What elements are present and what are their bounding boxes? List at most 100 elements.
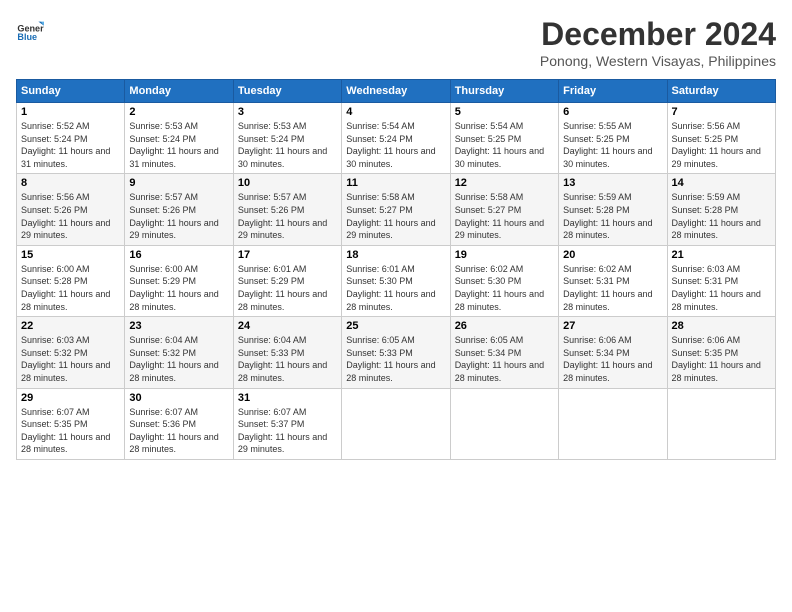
calendar-day: 1 Sunrise: 5:52 AM Sunset: 5:24 PM Dayli…: [17, 103, 125, 174]
calendar-day: 16 Sunrise: 6:00 AM Sunset: 5:29 PM Dayl…: [125, 245, 233, 316]
calendar-day: 31 Sunrise: 6:07 AM Sunset: 5:37 PM Dayl…: [233, 388, 341, 459]
header-thursday: Thursday: [450, 80, 558, 103]
calendar-day: 23 Sunrise: 6:04 AM Sunset: 5:32 PM Dayl…: [125, 317, 233, 388]
day-number: 11: [346, 177, 445, 189]
day-number: 24: [238, 320, 337, 332]
day-info: Sunrise: 6:00 AM Sunset: 5:28 PM Dayligh…: [21, 263, 120, 313]
day-number: 27: [563, 320, 662, 332]
weekday-header-row: Sunday Monday Tuesday Wednesday Thursday…: [17, 80, 776, 103]
day-number: 28: [672, 320, 771, 332]
day-number: 9: [129, 177, 228, 189]
day-info: Sunrise: 6:03 AM Sunset: 5:31 PM Dayligh…: [672, 263, 771, 313]
calendar-day: 19 Sunrise: 6:02 AM Sunset: 5:30 PM Dayl…: [450, 245, 558, 316]
calendar-day: 2 Sunrise: 5:53 AM Sunset: 5:24 PM Dayli…: [125, 103, 233, 174]
day-info: Sunrise: 5:52 AM Sunset: 5:24 PM Dayligh…: [21, 120, 120, 170]
day-info: Sunrise: 6:05 AM Sunset: 5:34 PM Dayligh…: [455, 334, 554, 384]
day-info: Sunrise: 6:06 AM Sunset: 5:35 PM Dayligh…: [672, 334, 771, 384]
empty-cell: [559, 388, 667, 459]
day-info: Sunrise: 6:05 AM Sunset: 5:33 PM Dayligh…: [346, 334, 445, 384]
header-tuesday: Tuesday: [233, 80, 341, 103]
logo-icon: General Blue: [16, 16, 44, 44]
day-number: 8: [21, 177, 120, 189]
day-number: 29: [21, 392, 120, 404]
day-number: 5: [455, 106, 554, 118]
calendar-day: 22 Sunrise: 6:03 AM Sunset: 5:32 PM Dayl…: [17, 317, 125, 388]
day-info: Sunrise: 5:59 AM Sunset: 5:28 PM Dayligh…: [563, 191, 662, 241]
calendar-day: 12 Sunrise: 5:58 AM Sunset: 5:27 PM Dayl…: [450, 174, 558, 245]
calendar-day: 30 Sunrise: 6:07 AM Sunset: 5:36 PM Dayl…: [125, 388, 233, 459]
day-number: 1: [21, 106, 120, 118]
day-info: Sunrise: 6:02 AM Sunset: 5:30 PM Dayligh…: [455, 263, 554, 313]
calendar-day: 5 Sunrise: 5:54 AM Sunset: 5:25 PM Dayli…: [450, 103, 558, 174]
day-number: 16: [129, 249, 228, 261]
day-info: Sunrise: 6:07 AM Sunset: 5:36 PM Dayligh…: [129, 406, 228, 456]
calendar-day: 21 Sunrise: 6:03 AM Sunset: 5:31 PM Dayl…: [667, 245, 775, 316]
day-number: 26: [455, 320, 554, 332]
calendar-day: 9 Sunrise: 5:57 AM Sunset: 5:26 PM Dayli…: [125, 174, 233, 245]
day-number: 20: [563, 249, 662, 261]
day-info: Sunrise: 6:03 AM Sunset: 5:32 PM Dayligh…: [21, 334, 120, 384]
day-info: Sunrise: 6:04 AM Sunset: 5:32 PM Dayligh…: [129, 334, 228, 384]
day-number: 23: [129, 320, 228, 332]
empty-cell: [450, 388, 558, 459]
day-number: 30: [129, 392, 228, 404]
day-number: 25: [346, 320, 445, 332]
day-info: Sunrise: 6:01 AM Sunset: 5:29 PM Dayligh…: [238, 263, 337, 313]
calendar-day: 3 Sunrise: 5:53 AM Sunset: 5:24 PM Dayli…: [233, 103, 341, 174]
calendar-day: 27 Sunrise: 6:06 AM Sunset: 5:34 PM Dayl…: [559, 317, 667, 388]
page-header: General Blue December 2024 Ponong, Weste…: [16, 16, 776, 69]
calendar-day: 4 Sunrise: 5:54 AM Sunset: 5:24 PM Dayli…: [342, 103, 450, 174]
day-number: 21: [672, 249, 771, 261]
location-title: Ponong, Western Visayas, Philippines: [540, 53, 776, 69]
day-info: Sunrise: 5:53 AM Sunset: 5:24 PM Dayligh…: [129, 120, 228, 170]
day-number: 3: [238, 106, 337, 118]
logo: General Blue: [16, 16, 44, 44]
day-info: Sunrise: 5:58 AM Sunset: 5:27 PM Dayligh…: [455, 191, 554, 241]
day-number: 6: [563, 106, 662, 118]
day-number: 10: [238, 177, 337, 189]
day-info: Sunrise: 6:00 AM Sunset: 5:29 PM Dayligh…: [129, 263, 228, 313]
header-wednesday: Wednesday: [342, 80, 450, 103]
day-info: Sunrise: 5:56 AM Sunset: 5:26 PM Dayligh…: [21, 191, 120, 241]
day-number: 13: [563, 177, 662, 189]
title-block: December 2024 Ponong, Western Visayas, P…: [540, 16, 776, 69]
day-number: 7: [672, 106, 771, 118]
day-number: 12: [455, 177, 554, 189]
day-info: Sunrise: 5:58 AM Sunset: 5:27 PM Dayligh…: [346, 191, 445, 241]
calendar-day: 15 Sunrise: 6:00 AM Sunset: 5:28 PM Dayl…: [17, 245, 125, 316]
day-number: 31: [238, 392, 337, 404]
calendar-row: 1 Sunrise: 5:52 AM Sunset: 5:24 PM Dayli…: [17, 103, 776, 174]
day-info: Sunrise: 5:54 AM Sunset: 5:24 PM Dayligh…: [346, 120, 445, 170]
day-info: Sunrise: 6:02 AM Sunset: 5:31 PM Dayligh…: [563, 263, 662, 313]
calendar-day: 14 Sunrise: 5:59 AM Sunset: 5:28 PM Dayl…: [667, 174, 775, 245]
calendar-row: 15 Sunrise: 6:00 AM Sunset: 5:28 PM Dayl…: [17, 245, 776, 316]
empty-cell: [667, 388, 775, 459]
calendar-day: 18 Sunrise: 6:01 AM Sunset: 5:30 PM Dayl…: [342, 245, 450, 316]
day-info: Sunrise: 5:54 AM Sunset: 5:25 PM Dayligh…: [455, 120, 554, 170]
calendar-day: 20 Sunrise: 6:02 AM Sunset: 5:31 PM Dayl…: [559, 245, 667, 316]
day-info: Sunrise: 6:06 AM Sunset: 5:34 PM Dayligh…: [563, 334, 662, 384]
day-info: Sunrise: 6:07 AM Sunset: 5:37 PM Dayligh…: [238, 406, 337, 456]
day-info: Sunrise: 6:04 AM Sunset: 5:33 PM Dayligh…: [238, 334, 337, 384]
calendar-day: 26 Sunrise: 6:05 AM Sunset: 5:34 PM Dayl…: [450, 317, 558, 388]
calendar-row: 8 Sunrise: 5:56 AM Sunset: 5:26 PM Dayli…: [17, 174, 776, 245]
day-number: 18: [346, 249, 445, 261]
calendar-day: 24 Sunrise: 6:04 AM Sunset: 5:33 PM Dayl…: [233, 317, 341, 388]
calendar-day: 6 Sunrise: 5:55 AM Sunset: 5:25 PM Dayli…: [559, 103, 667, 174]
calendar-day: 10 Sunrise: 5:57 AM Sunset: 5:26 PM Dayl…: [233, 174, 341, 245]
calendar-row: 29 Sunrise: 6:07 AM Sunset: 5:35 PM Dayl…: [17, 388, 776, 459]
day-info: Sunrise: 5:55 AM Sunset: 5:25 PM Dayligh…: [563, 120, 662, 170]
day-info: Sunrise: 6:07 AM Sunset: 5:35 PM Dayligh…: [21, 406, 120, 456]
svg-text:Blue: Blue: [17, 32, 37, 42]
day-number: 4: [346, 106, 445, 118]
day-number: 19: [455, 249, 554, 261]
month-title: December 2024: [540, 16, 776, 53]
calendar-row: 22 Sunrise: 6:03 AM Sunset: 5:32 PM Dayl…: [17, 317, 776, 388]
calendar-day: 11 Sunrise: 5:58 AM Sunset: 5:27 PM Dayl…: [342, 174, 450, 245]
header-monday: Monday: [125, 80, 233, 103]
calendar: Sunday Monday Tuesday Wednesday Thursday…: [16, 79, 776, 460]
calendar-day: 8 Sunrise: 5:56 AM Sunset: 5:26 PM Dayli…: [17, 174, 125, 245]
day-number: 17: [238, 249, 337, 261]
day-info: Sunrise: 5:53 AM Sunset: 5:24 PM Dayligh…: [238, 120, 337, 170]
day-number: 15: [21, 249, 120, 261]
